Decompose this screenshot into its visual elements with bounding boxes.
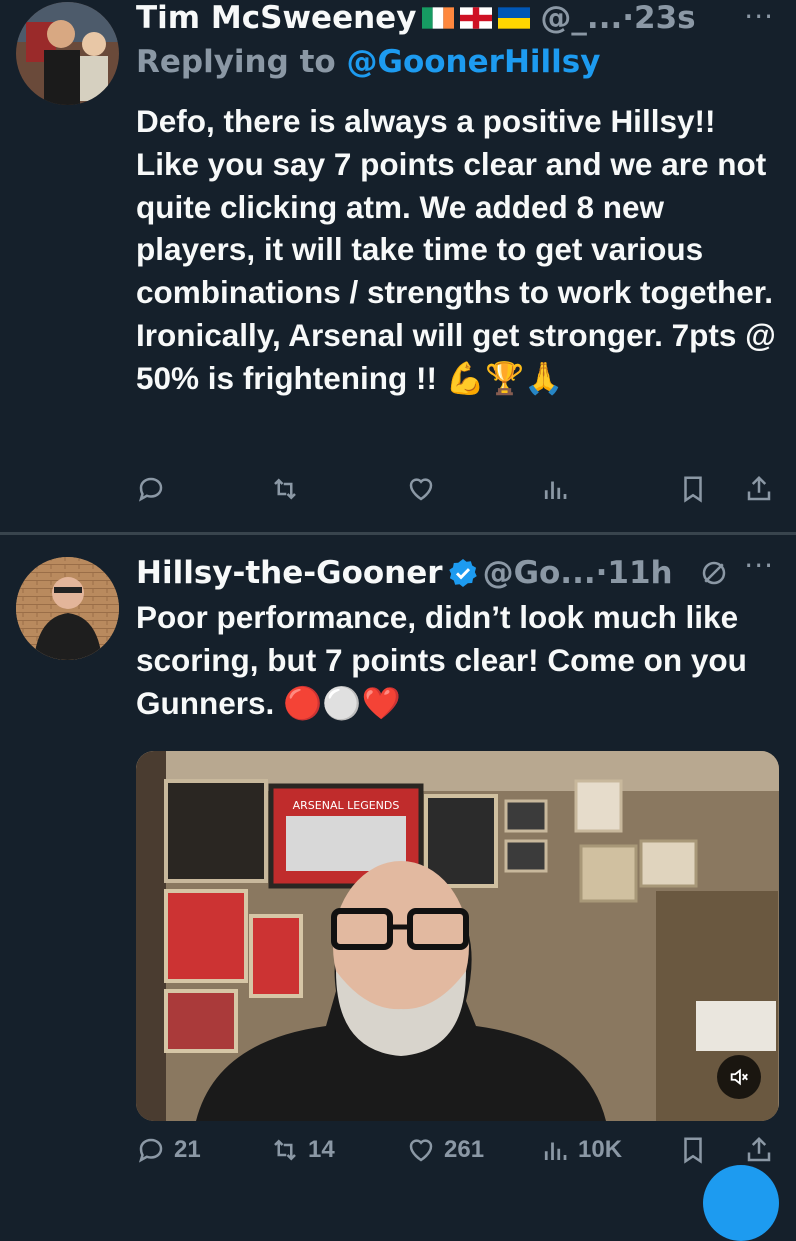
retweet-count: 14 — [308, 1136, 335, 1163]
bookmark-button[interactable] — [678, 1135, 708, 1165]
author-handle[interactable]: @Go... — [483, 555, 596, 591]
mute-button[interactable] — [717, 1055, 761, 1099]
mention-link[interactable]: @GoonerHillsy — [347, 44, 601, 80]
replying-label: Replying to — [136, 44, 347, 80]
author-name[interactable]: Tim McSweeney — [136, 0, 416, 36]
like-button[interactable]: 261 — [406, 1135, 484, 1165]
reply-button[interactable]: 21 — [136, 1135, 201, 1165]
tweet-original[interactable]: Hillsy-the-Gooner @Go... ·11h ··· Poor p… — [0, 535, 796, 1200]
views-button[interactable]: 10K — [540, 1135, 622, 1165]
author-name[interactable]: Hillsy-the-Gooner — [136, 555, 443, 591]
bookmark-button[interactable] — [678, 474, 708, 504]
tweet-reply[interactable]: Tim McSweeney @_... ·23s ··· Replying to… — [0, 0, 796, 533]
views-icon — [544, 1142, 567, 1160]
tweet-header: Hillsy-the-Gooner @Go... ·11h — [136, 549, 729, 597]
bookmark-icon — [684, 1137, 702, 1164]
share-button[interactable] — [744, 474, 774, 504]
reply-button[interactable] — [136, 474, 166, 504]
tweet-actions — [136, 474, 776, 514]
bookmark-icon — [684, 476, 702, 503]
reply-count: 21 — [174, 1136, 201, 1163]
more-options-button[interactable]: ··· — [744, 0, 774, 33]
grok-icon[interactable] — [699, 558, 729, 588]
retweet-button[interactable] — [270, 474, 300, 504]
compose-button[interactable] — [703, 1165, 779, 1241]
share-button[interactable] — [744, 1135, 774, 1165]
views-icon — [544, 481, 567, 499]
timestamp[interactable]: ·23s — [622, 0, 695, 36]
tweet-header: Tim McSweeney @_... ·23s — [136, 0, 696, 42]
england-flag-icon — [460, 7, 493, 29]
tweet-text: Poor performance, didn’t look much like … — [136, 599, 747, 721]
tweet-actions: 21 14 261 10K — [136, 1135, 776, 1175]
ireland-flag-icon — [422, 7, 455, 29]
reply-icon — [138, 1138, 163, 1163]
retweet-button[interactable]: 14 — [270, 1135, 335, 1165]
timestamp[interactable]: ·11h — [596, 555, 673, 591]
reply-icon — [138, 477, 163, 502]
more-options-button[interactable]: ··· — [744, 549, 774, 582]
replying-to: Replying to @GoonerHillsy — [136, 44, 600, 80]
author-handle[interactable]: @_... — [540, 0, 622, 36]
mute-icon — [730, 1068, 748, 1086]
media-banner-text: ARSENAL LEGENDS — [293, 799, 400, 812]
share-icon — [747, 475, 771, 501]
share-icon — [747, 1136, 771, 1162]
video-frame: ARSENAL LEGENDS — [136, 751, 779, 1121]
retweet-icon — [274, 478, 296, 500]
heart-icon — [409, 1139, 433, 1162]
views-button[interactable] — [540, 474, 570, 504]
avatar[interactable] — [16, 2, 119, 105]
tweet-text: Defo, there is always a positive Hillsy!… — [136, 103, 776, 396]
heart-icon — [409, 478, 433, 501]
retweet-icon — [274, 1139, 296, 1161]
verified-badge-icon — [448, 559, 477, 587]
like-count: 261 — [444, 1136, 485, 1163]
video-player[interactable]: ARSENAL LEGENDS — [136, 751, 779, 1121]
avatar[interactable] — [16, 557, 119, 660]
ukraine-flag-icon — [498, 7, 531, 29]
like-button[interactable] — [406, 474, 436, 504]
views-count: 10K — [578, 1136, 623, 1163]
